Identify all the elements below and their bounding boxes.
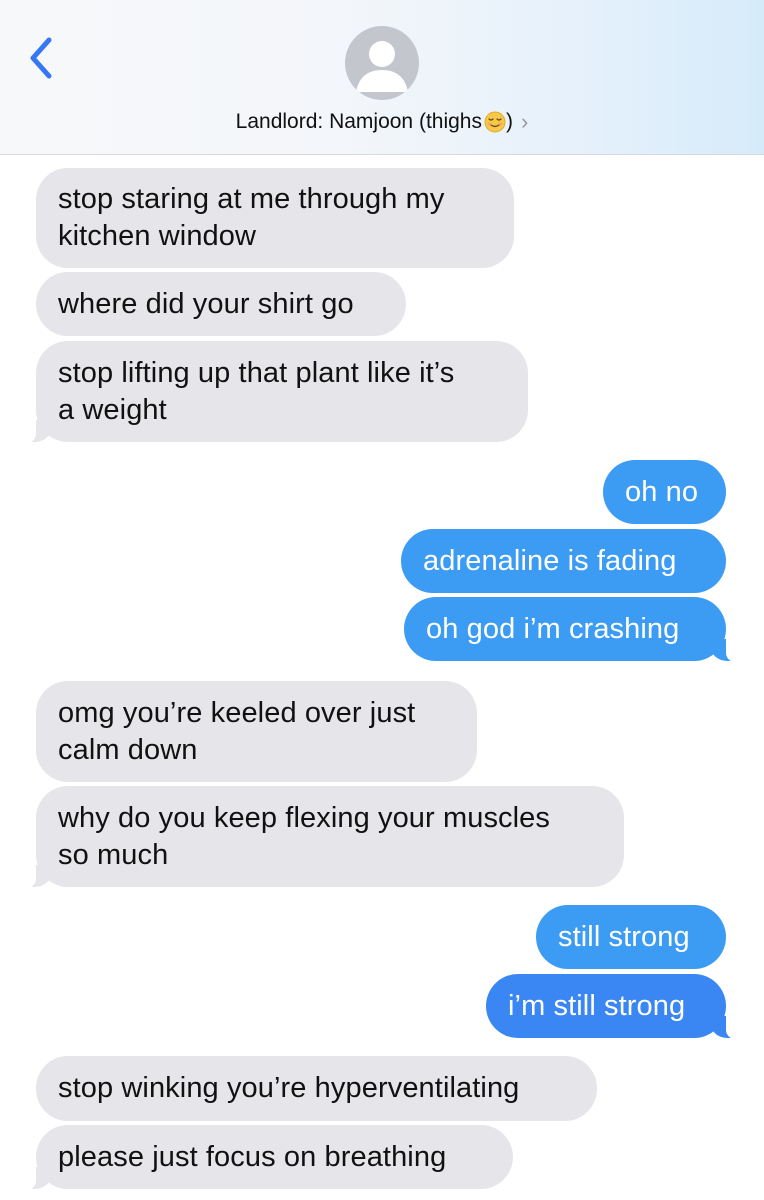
message-text: adrenaline is fading [423, 544, 677, 577]
message-text: stop staring at me through my kitchen wi… [58, 183, 445, 252]
message-text: still strong [558, 920, 690, 953]
received-message-bubble[interactable]: why do you keep flexing your muscles so … [10, 786, 624, 889]
sent-message-bubble[interactable]: i’m still strong [486, 974, 752, 1040]
received-message-bubble[interactable]: where did your shirt go [36, 272, 406, 336]
chevron-left-icon[interactable] [22, 34, 62, 82]
message-text: please just focus on breathing [58, 1140, 447, 1173]
message-text: why do you keep flexing your muscles so … [58, 801, 551, 871]
contact-avatar[interactable] [345, 26, 419, 100]
message-text: stop lifting up that plant like it’s a w… [58, 356, 455, 426]
received-message-bubble[interactable]: stop winking you’re hyperventilating [36, 1056, 597, 1121]
message-text: omg you’re keeled over just calm down [58, 696, 416, 766]
relieved-face-emoji [484, 111, 506, 133]
conversation-header: Landlord: Namjoon (thighs ) › [0, 0, 764, 155]
message-text: i’m still strong [508, 989, 686, 1022]
message-text: oh no [625, 475, 699, 508]
received-message-bubble[interactable]: omg you’re keeled over just calm down [36, 681, 477, 782]
received-message-bubble[interactable]: stop lifting up that plant like it’s a w… [10, 341, 528, 444]
sent-message-bubble[interactable]: oh no [603, 460, 726, 524]
chevron-right-icon: › [520, 109, 529, 134]
message-text: stop winking you’re hyperventilating [58, 1072, 520, 1104]
sent-message-bubble[interactable]: still strong [536, 905, 726, 969]
message-text: oh god i’m crashing [426, 612, 680, 645]
contact-name: Landlord: Namjoon (thighs [235, 110, 482, 133]
received-message-bubble[interactable]: please just focus on breathing [10, 1125, 513, 1191]
contact-name-suffix: ) [505, 110, 513, 133]
person-silhouette-icon [356, 41, 408, 92]
message-text: where did your shirt go [58, 287, 354, 320]
sent-message-bubble[interactable]: adrenaline is fading [401, 529, 726, 593]
sent-message-bubble[interactable]: oh god i’m crashing [404, 597, 752, 663]
received-message-bubble[interactable]: stop staring at me through my kitchen wi… [36, 168, 514, 268]
contact-name-button[interactable]: Landlord: Namjoon (thighs ) › [0, 106, 764, 138]
